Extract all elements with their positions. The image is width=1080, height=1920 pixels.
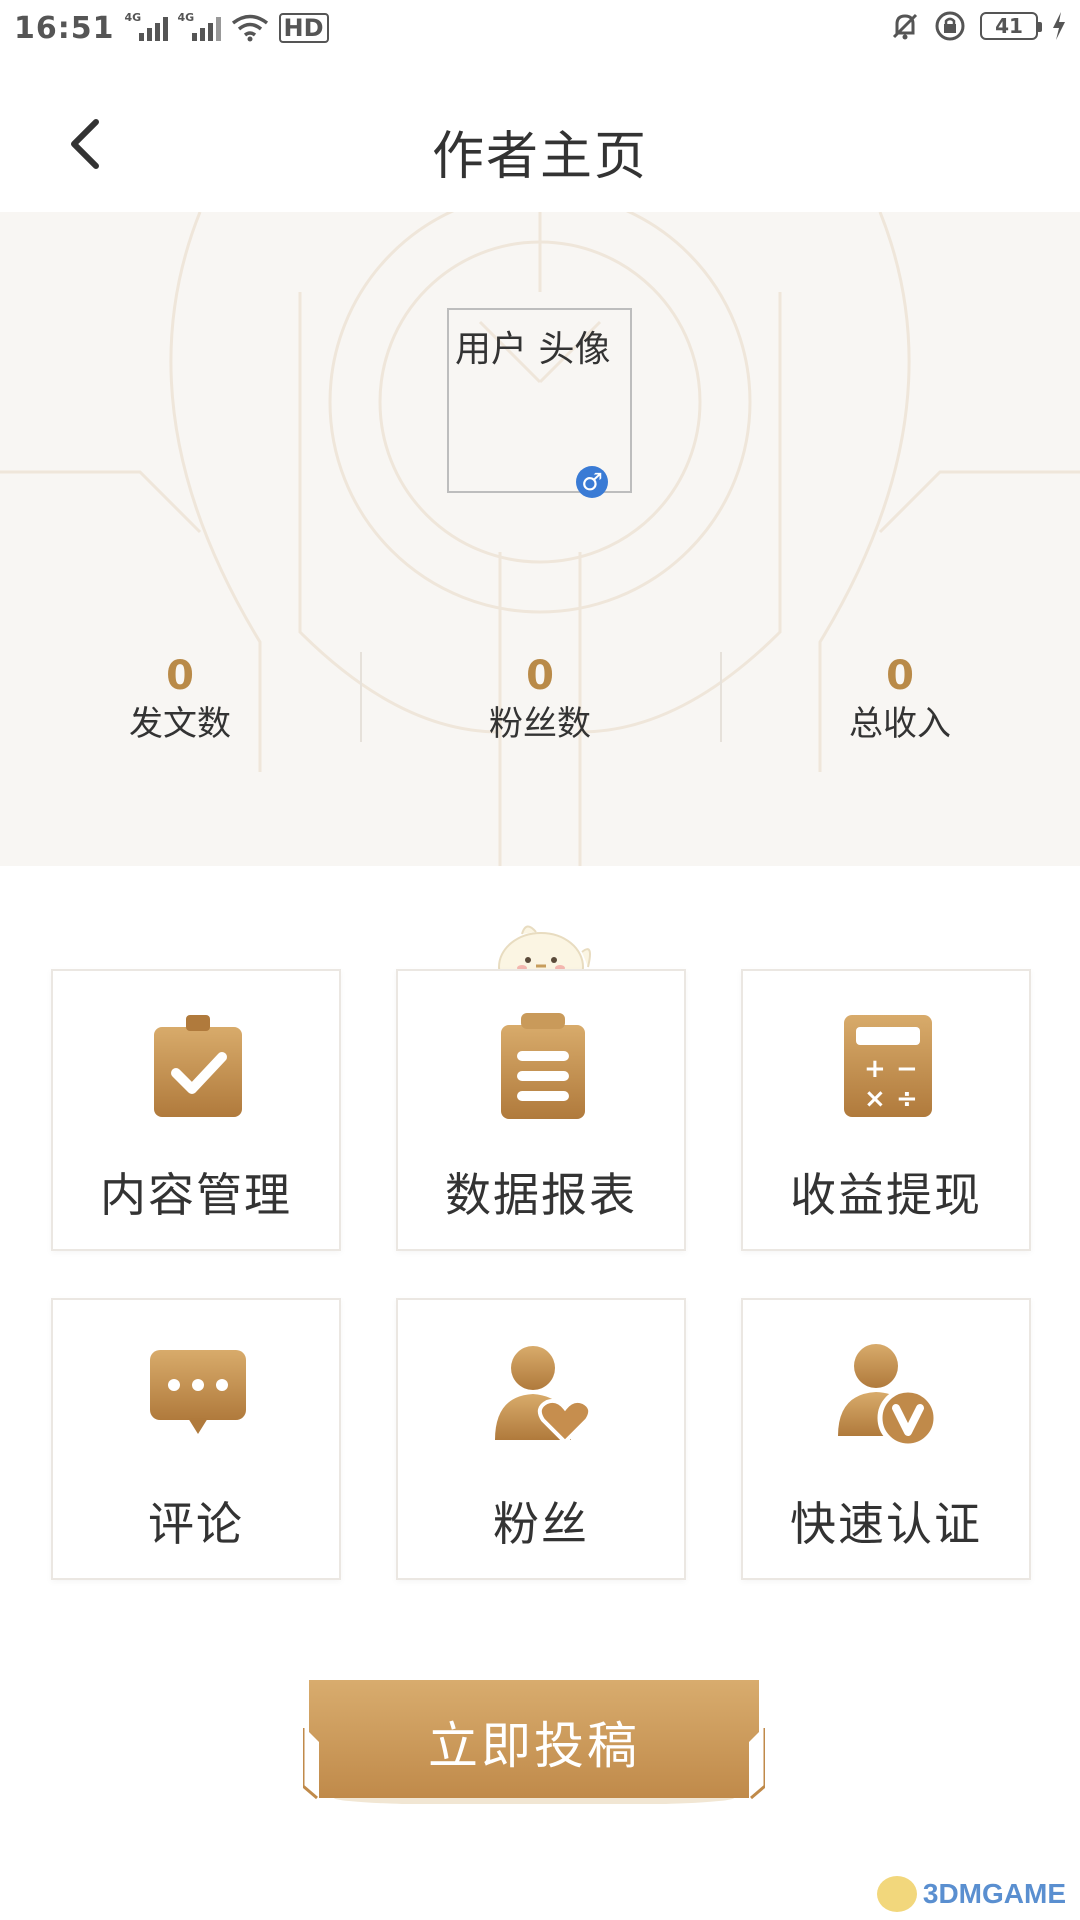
user-heart-icon <box>495 1346 593 1445</box>
status-time: 16:51 <box>14 10 115 46</box>
submit-article-button[interactable]: 立即投稿 <box>303 1680 765 1804</box>
submit-label: 立即投稿 <box>428 1717 640 1775</box>
menu-quick-verify[interactable]: 快速认证 <box>741 1298 1031 1580</box>
stat-value: 0 <box>166 653 194 699</box>
charging-icon <box>1053 12 1065 40</box>
watermark-text: 3DMGAME <box>922 1878 1066 1909</box>
stat-label: 粉丝数 <box>489 704 591 744</box>
app-header: 作者主页 <box>0 56 1080 212</box>
menu-label: 评论 <box>148 1497 244 1551</box>
author-stats: 0 发文数 0 粉丝数 0 总收入 <box>0 652 1080 752</box>
clipboard-list-icon <box>501 1013 585 1119</box>
stat-value: 0 <box>526 653 554 699</box>
calculator-icon: + − × ÷ <box>844 1015 932 1117</box>
menu-content-management[interactable]: 内容管理 <box>51 969 341 1251</box>
wifi-icon <box>231 14 268 42</box>
hd-icon: HD <box>278 13 329 43</box>
status-bar: 16:51 4G 4G HD 41 <box>0 0 1080 56</box>
profile-hero: 用户 头像 ♂ 0 发文数 0 粉丝数 0 总收入 <box>0 212 1080 866</box>
stat-posts[interactable]: 0 发文数 <box>0 652 360 752</box>
watermark-mascot-icon <box>876 1876 917 1912</box>
svg-text:×: × <box>864 1084 886 1114</box>
male-gender-icon: ♂ <box>576 466 608 498</box>
avatar-placeholder-text: 用户 头像 <box>455 329 611 370</box>
signal-icon: 4G <box>125 11 168 41</box>
svg-text:÷: ÷ <box>896 1084 918 1114</box>
clipboard-check-icon <box>154 1015 242 1117</box>
menu-label: 粉丝 <box>493 1497 589 1551</box>
stat-value: 0 <box>886 653 914 699</box>
svg-text:+: + <box>864 1054 886 1084</box>
network-label-2: 4G <box>177 11 195 24</box>
bell-muted-icon <box>892 13 918 40</box>
menu-data-report[interactable]: 数据报表 <box>396 969 686 1251</box>
stat-label: 总收入 <box>849 704 951 744</box>
battery-level: 41 <box>995 14 1023 38</box>
battery-icon: 41 <box>980 12 1042 40</box>
svg-text:−: − <box>896 1054 918 1084</box>
menu-label: 快速认证 <box>790 1497 982 1551</box>
signal-icon-2: 4G <box>178 11 221 41</box>
watermark: 3DMGAME <box>876 1876 1066 1912</box>
menu-earnings-withdraw[interactable]: + − × ÷ 收益提现 <box>741 969 1031 1251</box>
user-avatar[interactable]: 用户 头像 <box>447 308 632 493</box>
network-label: 4G <box>124 11 142 24</box>
menu-label: 数据报表 <box>445 1168 637 1222</box>
lock-rotation-icon <box>935 11 965 41</box>
menu-label: 收益提现 <box>790 1168 982 1222</box>
page-title: 作者主页 <box>431 127 648 187</box>
menu-comments[interactable]: 评论 <box>51 1298 341 1580</box>
menu-fans[interactable]: 粉丝 <box>396 1298 686 1580</box>
stat-income[interactable]: 0 总收入 <box>720 652 1080 752</box>
stat-fans[interactable]: 0 粉丝数 <box>360 652 720 752</box>
menu-label: 内容管理 <box>100 1168 292 1222</box>
user-verified-icon <box>838 1344 938 1449</box>
comment-bubble-icon <box>150 1350 246 1434</box>
stat-label: 发文数 <box>129 704 231 744</box>
